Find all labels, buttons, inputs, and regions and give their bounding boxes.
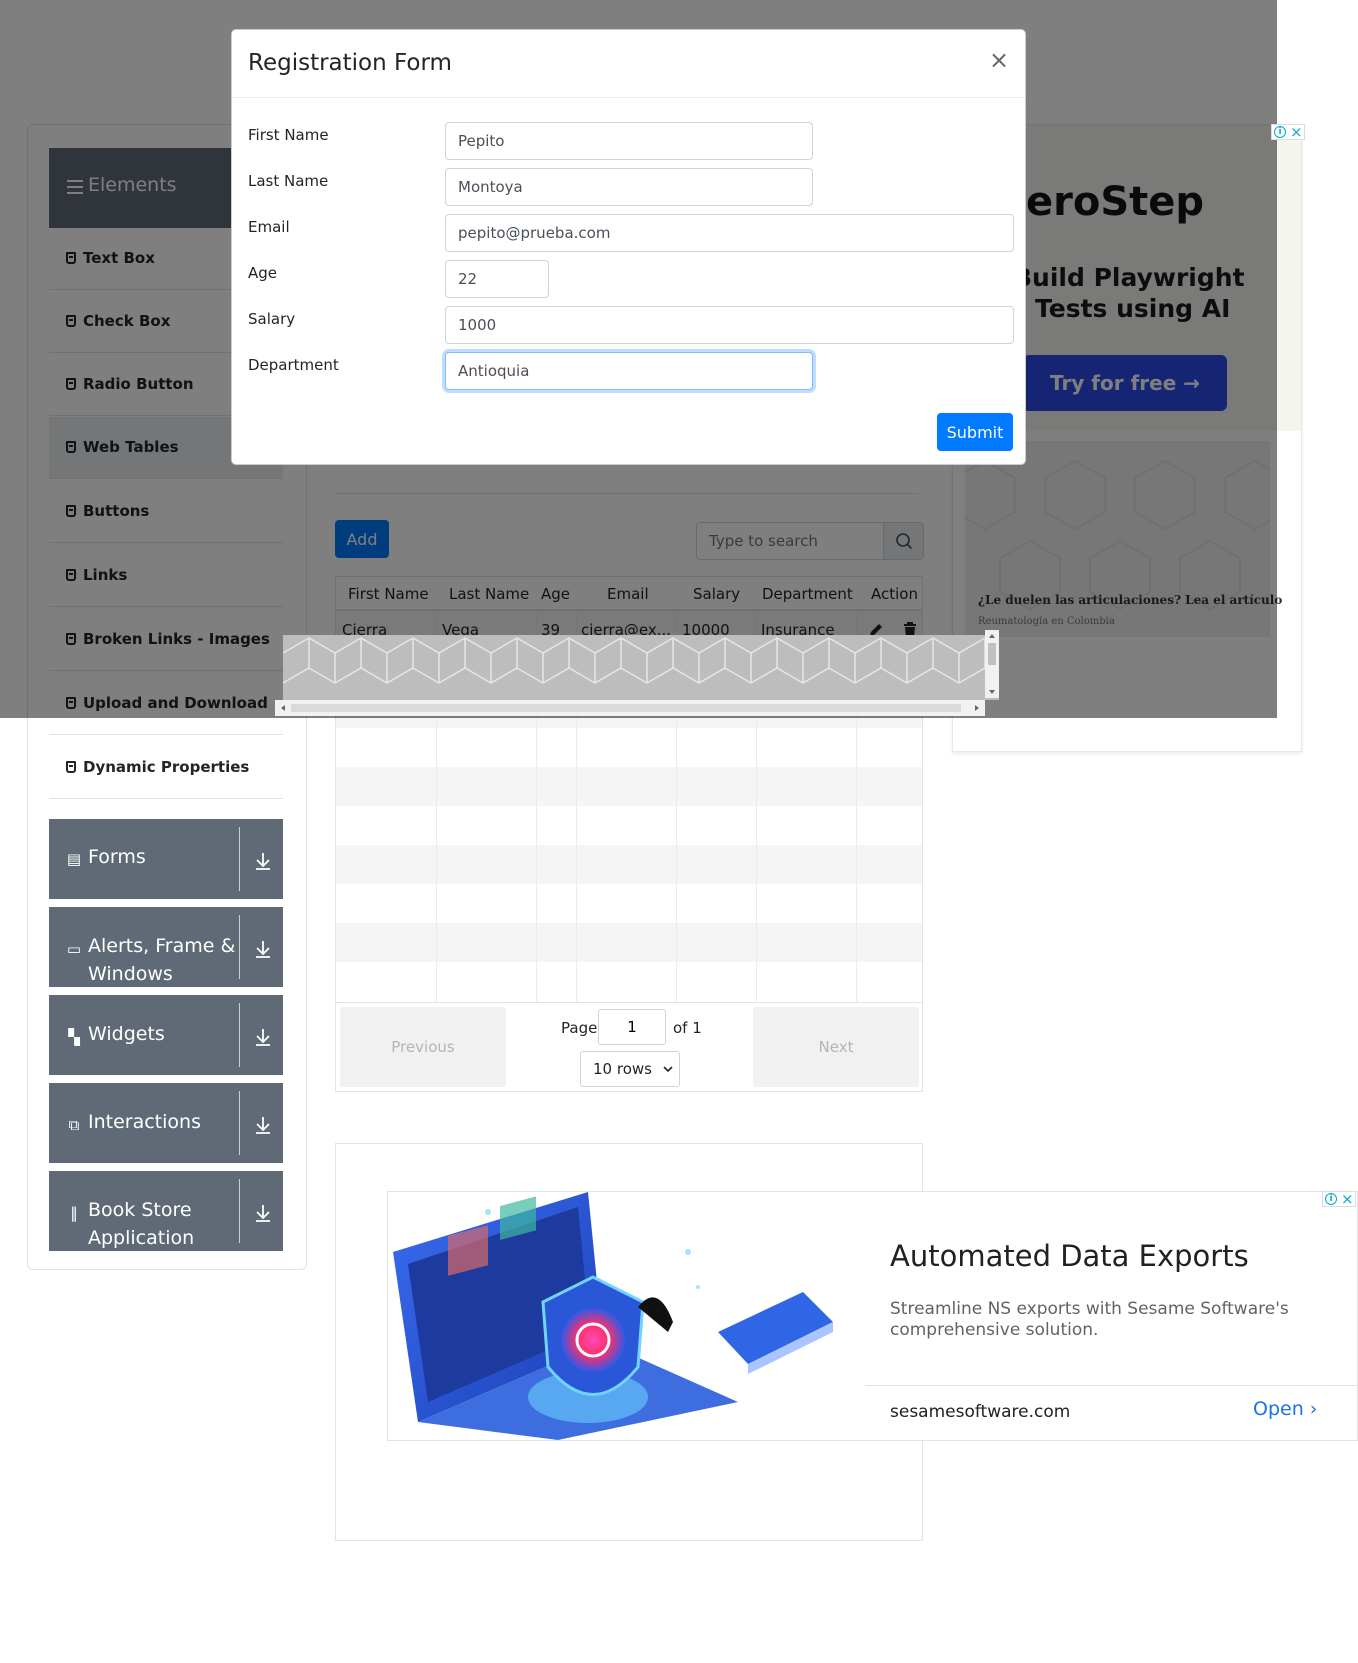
vertical-scrollbar[interactable] — [985, 630, 999, 698]
download-arrow-icon — [256, 941, 270, 958]
table-row — [336, 806, 922, 845]
submit-button[interactable]: Submit — [937, 413, 1013, 451]
scrollbar-arrows-icon — [988, 634, 996, 694]
email-input[interactable] — [445, 214, 1014, 252]
category-divider — [239, 1091, 240, 1155]
salary-label: Salary — [248, 310, 296, 328]
category-label-line2: Windows — [88, 963, 173, 985]
laptop-security-illustration — [393, 1192, 833, 1440]
age-label: Age — [248, 264, 278, 282]
ad-title[interactable]: Automated Data Exports — [890, 1239, 1249, 1273]
rows-select-value: 10 rows — [593, 1060, 652, 1078]
ad-info-icon: i — [1274, 126, 1286, 138]
page-label: Page — [561, 1019, 598, 1037]
download-arrow-icon — [256, 1205, 270, 1222]
widgets-icon: ▚ — [68, 1028, 80, 1046]
page-number-input[interactable] — [598, 1009, 666, 1045]
cube-pattern-image — [283, 637, 986, 684]
sidebar-item-label: Dynamic Properties — [83, 758, 250, 776]
ad-description: Streamline NS exports with Sesame Softwa… — [890, 1299, 1289, 1340]
category-divider — [239, 1003, 240, 1067]
first-name-input[interactable] — [445, 122, 813, 160]
category-interactions[interactable]: ⧉ Interactions — [49, 1083, 283, 1163]
department-input[interactable] — [445, 352, 813, 390]
modal-title: Registration Form — [248, 50, 452, 76]
ad-choices-badge[interactable]: i × — [1322, 1190, 1356, 1208]
category-label-line2: Application — [88, 1227, 195, 1249]
download-arrow-icon — [256, 1117, 270, 1134]
next-button[interactable]: Next — [753, 1007, 919, 1087]
sidebar-item-dynamic-properties[interactable]: Dynamic Properties — [49, 737, 283, 799]
close-button[interactable]: × — [987, 46, 1011, 74]
salary-input[interactable] — [445, 306, 1014, 344]
rows-per-page-select[interactable]: 10 rows — [580, 1051, 680, 1087]
category-widgets[interactable]: ▚ Widgets — [49, 995, 283, 1075]
ad-divider — [865, 1385, 1357, 1386]
interactions-icon: ⧉ — [68, 1116, 80, 1134]
first-name-label: First Name — [248, 126, 329, 144]
table-row — [336, 767, 922, 806]
category-book-store[interactable]: ‖ Book Store Application — [49, 1171, 283, 1251]
horizontal-scrollbar[interactable] — [275, 700, 985, 716]
category-label: Alerts, Frame & — [88, 935, 236, 957]
category-label: Interactions — [88, 1111, 201, 1133]
previous-button[interactable]: Previous — [340, 1007, 506, 1087]
category-forms[interactable]: ▤ Forms — [49, 819, 283, 899]
category-divider — [239, 827, 240, 891]
ad-choices-badge[interactable]: i × — [1271, 123, 1305, 141]
ad-info-icon: i — [1325, 1193, 1337, 1205]
department-label: Department — [248, 356, 339, 374]
ad-url[interactable]: sesamesoftware.com — [890, 1402, 1070, 1422]
category-divider — [239, 915, 240, 979]
category-label: Forms — [88, 846, 146, 868]
registration-modal: Registration Form × First Name Last Name… — [231, 29, 1026, 465]
page-total-label: of 1 — [673, 1019, 702, 1037]
category-divider — [239, 1179, 240, 1243]
table-row — [336, 923, 922, 962]
bottom-advertisement[interactable]: Automated Data Exports Streamline NS exp… — [387, 1191, 1358, 1441]
last-name-input[interactable] — [445, 168, 813, 206]
chevron-right-icon: › — [1309, 1398, 1318, 1420]
scrollbar-arrows-icon — [281, 704, 979, 712]
download-arrow-icon — [256, 1029, 270, 1046]
document-icon: ▤ — [66, 850, 82, 868]
category-label: Book Store — [88, 1199, 192, 1221]
pagination: Previous Page of 1 10 rows Next — [335, 1002, 923, 1092]
ad-open-label: Open — [1253, 1398, 1304, 1420]
ad-strip-banner[interactable] — [283, 635, 999, 700]
ad-image — [388, 1192, 865, 1440]
ad-open-button[interactable]: Open › — [1253, 1398, 1317, 1420]
table-row — [336, 845, 922, 884]
window-icon: ▭ — [66, 940, 82, 958]
last-name-label: Last Name — [248, 172, 329, 190]
table-row — [336, 962, 922, 1001]
table-row — [336, 884, 922, 923]
category-alerts-frame-windows[interactable]: ▭ Alerts, Frame & Windows — [49, 907, 283, 987]
email-label: Email — [248, 218, 290, 236]
download-arrow-icon — [256, 853, 270, 870]
table-row — [336, 728, 922, 767]
ad-close-icon: × — [1290, 123, 1303, 141]
books-icon: ‖ — [70, 1204, 78, 1222]
age-input[interactable] — [445, 260, 549, 298]
element-icon — [66, 761, 76, 773]
category-label: Widgets — [88, 1023, 165, 1045]
ad-close-icon: × — [1341, 1190, 1354, 1208]
chevron-down-icon — [663, 1066, 673, 1073]
modal-header-divider — [232, 97, 1025, 98]
